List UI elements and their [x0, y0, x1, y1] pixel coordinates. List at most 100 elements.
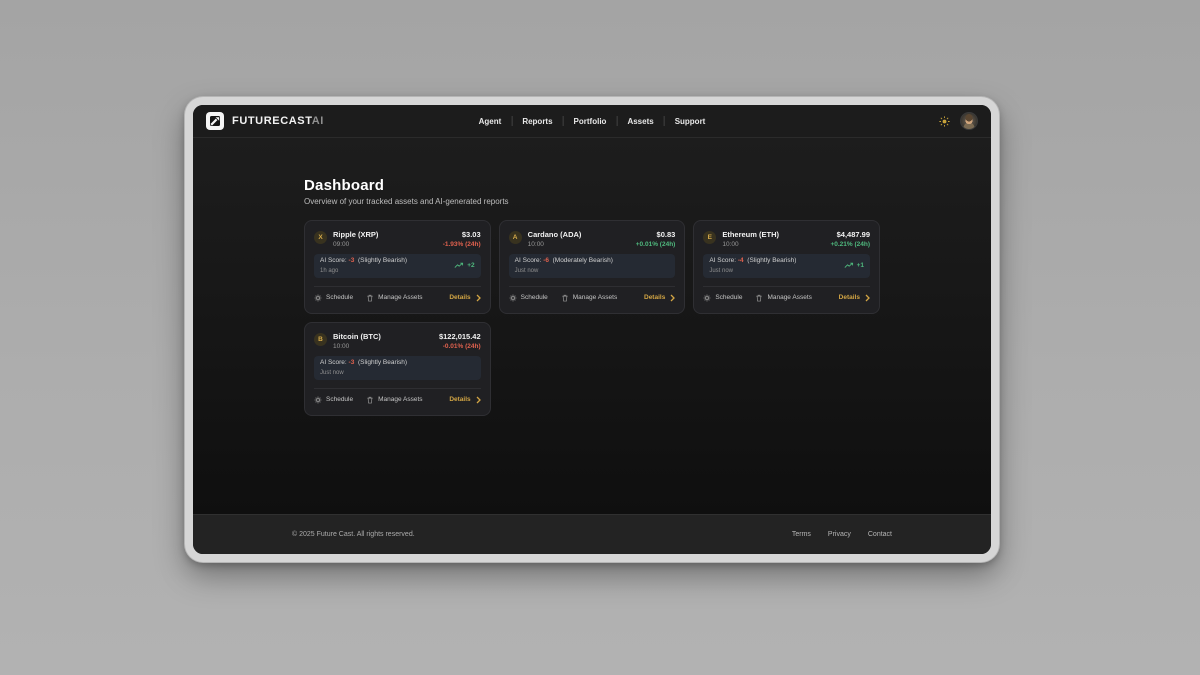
coin-symbol-badge: X — [314, 231, 327, 244]
nav-divider — [616, 116, 617, 126]
asset-price: $0.83 — [636, 230, 676, 239]
main-nav: Agent Reports Portfolio Assets Support — [479, 105, 706, 137]
sun-icon — [939, 116, 950, 127]
ai-sentiment: (Slightly Bearish) — [358, 359, 407, 366]
page-title: Dashboard — [304, 177, 880, 194]
ai-updated: 1h ago — [320, 268, 407, 274]
asset-change: -1.93% (24h) — [443, 241, 481, 248]
trending-up-icon — [844, 262, 854, 269]
nav-item-support[interactable]: Support — [675, 117, 706, 126]
asset-name: Ethereum (ETH) — [722, 230, 779, 239]
ai-updated: Just now — [320, 370, 407, 376]
asset-price: $122,015.42 — [439, 332, 481, 341]
theme-toggle-button[interactable] — [938, 115, 950, 127]
nav-item-agent[interactable]: Agent — [479, 117, 502, 126]
user-avatar[interactable] — [960, 112, 978, 130]
asset-card-cardano: A Cardano (ADA) 10:00 $0.83 +0.01% (24h)… — [499, 220, 686, 314]
main-content: Dashboard Overview of your tracked asset… — [193, 138, 991, 514]
trash-icon — [366, 396, 374, 404]
asset-change: +0.01% (24h) — [636, 241, 676, 248]
footer-link-contact[interactable]: Contact — [868, 531, 892, 538]
gear-icon — [314, 396, 322, 404]
asset-name: Cardano (ADA) — [528, 230, 582, 239]
ai-updated: Just now — [515, 268, 613, 274]
page-subtitle: Overview of your tracked assets and AI-g… — [304, 197, 880, 206]
ai-updated: Just now — [709, 268, 796, 274]
manage-assets-button[interactable]: Manage Assets — [366, 396, 422, 404]
schedule-button[interactable]: Schedule — [314, 396, 353, 404]
trash-icon — [755, 294, 763, 302]
details-button[interactable]: Details — [449, 294, 480, 302]
asset-change: +0.21% (24h) — [830, 241, 870, 248]
schedule-button[interactable]: Schedule — [703, 294, 742, 302]
trend-badge: +1 — [844, 262, 864, 269]
nav-item-portfolio[interactable]: Portfolio — [574, 117, 607, 126]
details-button[interactable]: Details — [839, 294, 870, 302]
ai-score-value: -6 — [543, 257, 549, 264]
asset-time: 10:00 — [722, 241, 779, 248]
ai-score-value: -3 — [349, 359, 355, 366]
nav-divider — [664, 116, 665, 126]
details-button[interactable]: Details — [644, 294, 675, 302]
asset-card-bitcoin: B Bitcoin (BTC) 10:00 $122,015.42 -0.01%… — [304, 322, 491, 416]
nav-item-reports[interactable]: Reports — [522, 117, 552, 126]
asset-card-ripple: X Ripple (XRP) 09:00 $3.03 -1.93% (24h) … — [304, 220, 491, 314]
chevron-right-icon — [476, 396, 481, 404]
ai-score-strip: AI Score: -3 (Slightly Bearish) 1h ago +… — [314, 254, 481, 278]
coin-symbol-badge: A — [509, 231, 522, 244]
asset-card-ethereum: E Ethereum (ETH) 10:00 $4,487.99 +0.21% … — [693, 220, 880, 314]
footer-links: Terms Privacy Contact — [792, 531, 892, 538]
footer-link-privacy[interactable]: Privacy — [828, 531, 851, 538]
manage-assets-button[interactable]: Manage Assets — [366, 294, 422, 302]
ai-score-label: AI Score: — [515, 257, 542, 264]
ai-sentiment: (Slightly Bearish) — [747, 257, 796, 264]
header-right — [938, 112, 978, 130]
trending-up-icon — [454, 262, 464, 269]
chevron-right-icon — [865, 294, 870, 302]
asset-time: 10:00 — [333, 343, 381, 350]
ai-score-label: AI Score: — [320, 359, 347, 366]
copyright-text: © 2025 Future Cast. All rights reserved. — [292, 531, 415, 538]
asset-name: Ripple (XRP) — [333, 230, 378, 239]
manage-assets-button[interactable]: Manage Assets — [561, 294, 617, 302]
chevron-right-icon — [476, 294, 481, 302]
schedule-button[interactable]: Schedule — [314, 294, 353, 302]
trash-icon — [366, 294, 374, 302]
app-window: FUTURECASTAI Agent Reports Portfolio Ass… — [185, 97, 999, 562]
footer-link-terms[interactable]: Terms — [792, 531, 811, 538]
ai-score-label: AI Score: — [709, 257, 736, 264]
top-navbar: FUTURECASTAI Agent Reports Portfolio Ass… — [193, 105, 991, 138]
ai-sentiment: (Slightly Bearish) — [358, 257, 407, 264]
asset-card-grid: X Ripple (XRP) 09:00 $3.03 -1.93% (24h) … — [304, 220, 880, 416]
asset-price: $4,487.99 — [830, 230, 870, 239]
nav-item-assets[interactable]: Assets — [627, 117, 653, 126]
schedule-button[interactable]: Schedule — [509, 294, 548, 302]
brand-name: FUTURECASTAI — [232, 115, 324, 127]
page-footer: © 2025 Future Cast. All rights reserved.… — [193, 514, 991, 554]
asset-price: $3.03 — [443, 230, 481, 239]
manage-assets-button[interactable]: Manage Assets — [755, 294, 811, 302]
chevron-right-icon — [670, 294, 675, 302]
brand-logo-icon — [206, 112, 224, 130]
gear-icon — [314, 294, 322, 302]
asset-time: 10:00 — [528, 241, 582, 248]
coin-symbol-badge: B — [314, 333, 327, 346]
ai-score-value: -3 — [349, 257, 355, 264]
ai-score-label: AI Score: — [320, 257, 347, 264]
ai-sentiment: (Moderately Bearish) — [553, 257, 613, 264]
coin-symbol-badge: E — [703, 231, 716, 244]
asset-change: -0.01% (24h) — [439, 343, 481, 350]
gear-icon — [703, 294, 711, 302]
details-button[interactable]: Details — [449, 396, 480, 404]
asset-name: Bitcoin (BTC) — [333, 332, 381, 341]
ai-score-strip: AI Score: -3 (Slightly Bearish) Just now — [314, 356, 481, 380]
nav-divider — [511, 116, 512, 126]
nav-divider — [563, 116, 564, 126]
trend-badge: +2 — [454, 262, 474, 269]
ai-score-strip: AI Score: -6 (Moderately Bearish) Just n… — [509, 254, 676, 278]
gear-icon — [509, 294, 517, 302]
ai-score-strip: AI Score: -4 (Slightly Bearish) Just now… — [703, 254, 870, 278]
asset-time: 09:00 — [333, 241, 378, 248]
trash-icon — [561, 294, 569, 302]
ai-score-value: -4 — [738, 257, 744, 264]
